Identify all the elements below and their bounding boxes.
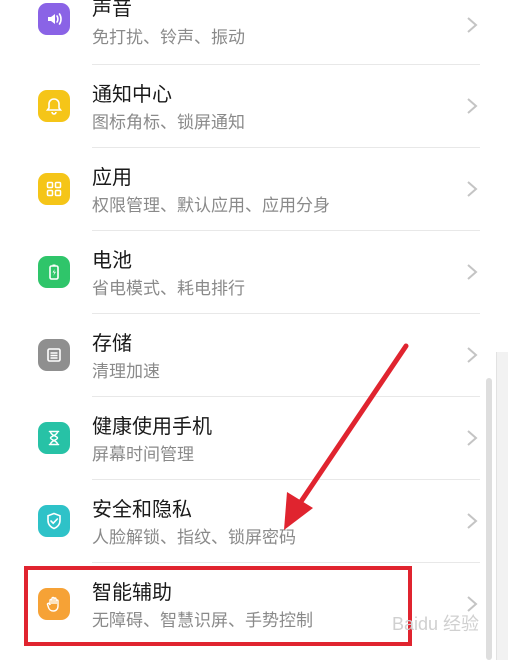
settings-item-title: 健康使用手机 [92, 414, 212, 438]
settings-item-title: 安全和隐私 [92, 497, 192, 521]
scrollbar[interactable] [486, 378, 492, 660]
chevron-right-icon [466, 16, 478, 34]
screen-edge [496, 352, 508, 660]
chevron-right-icon [466, 512, 478, 530]
settings-item-notifications[interactable]: 通知中心 图标角标、锁屏通知 [0, 65, 500, 148]
bell-icon [38, 90, 70, 122]
chevron-right-icon [466, 346, 478, 364]
watermark: Baidu 经验 [392, 614, 480, 634]
battery-icon [38, 256, 70, 288]
hourglass-icon [38, 422, 70, 454]
settings-item-title: 电池 [92, 248, 132, 272]
highlight-box [24, 566, 412, 646]
settings-item-subtitle: 权限管理、默认应用、应用分身 [92, 196, 330, 216]
settings-item-subtitle: 人脸解锁、指纹、锁屏密码 [92, 528, 296, 548]
chevron-right-icon [466, 263, 478, 281]
settings-item-apps[interactable]: 应用 权限管理、默认应用、应用分身 [0, 148, 500, 231]
settings-item-storage[interactable]: 存储 清理加速 [0, 314, 500, 397]
sound-icon [38, 3, 70, 35]
chevron-right-icon [466, 429, 478, 447]
settings-item-subtitle: 省电模式、耗电排行 [92, 279, 245, 299]
settings-item-subtitle: 图标角标、锁屏通知 [92, 113, 245, 133]
chevron-right-icon [466, 97, 478, 115]
settings-item-battery[interactable]: 电池 省电模式、耗电排行 [0, 231, 500, 314]
settings-item-title: 通知中心 [92, 82, 172, 106]
settings-item-title: 声音 [92, 0, 132, 20]
apps-grid-icon [38, 173, 70, 205]
settings-item-digital-balance[interactable]: 健康使用手机 屏幕时间管理 [0, 397, 500, 480]
settings-item-sound[interactable]: 声音 免打扰、铃声、振动 [0, 0, 500, 59]
settings-item-subtitle: 免打扰、铃声、振动 [92, 28, 245, 48]
settings-item-subtitle: 清理加速 [92, 362, 160, 382]
settings-item-subtitle: 屏幕时间管理 [92, 445, 194, 465]
shield-icon [38, 505, 70, 537]
settings-item-title: 应用 [92, 165, 132, 189]
settings-item-title: 存储 [92, 331, 132, 355]
storage-icon [38, 339, 70, 371]
chevron-right-icon [466, 180, 478, 198]
settings-item-security-privacy[interactable]: 安全和隐私 人脸解锁、指纹、锁屏密码 [0, 480, 500, 563]
